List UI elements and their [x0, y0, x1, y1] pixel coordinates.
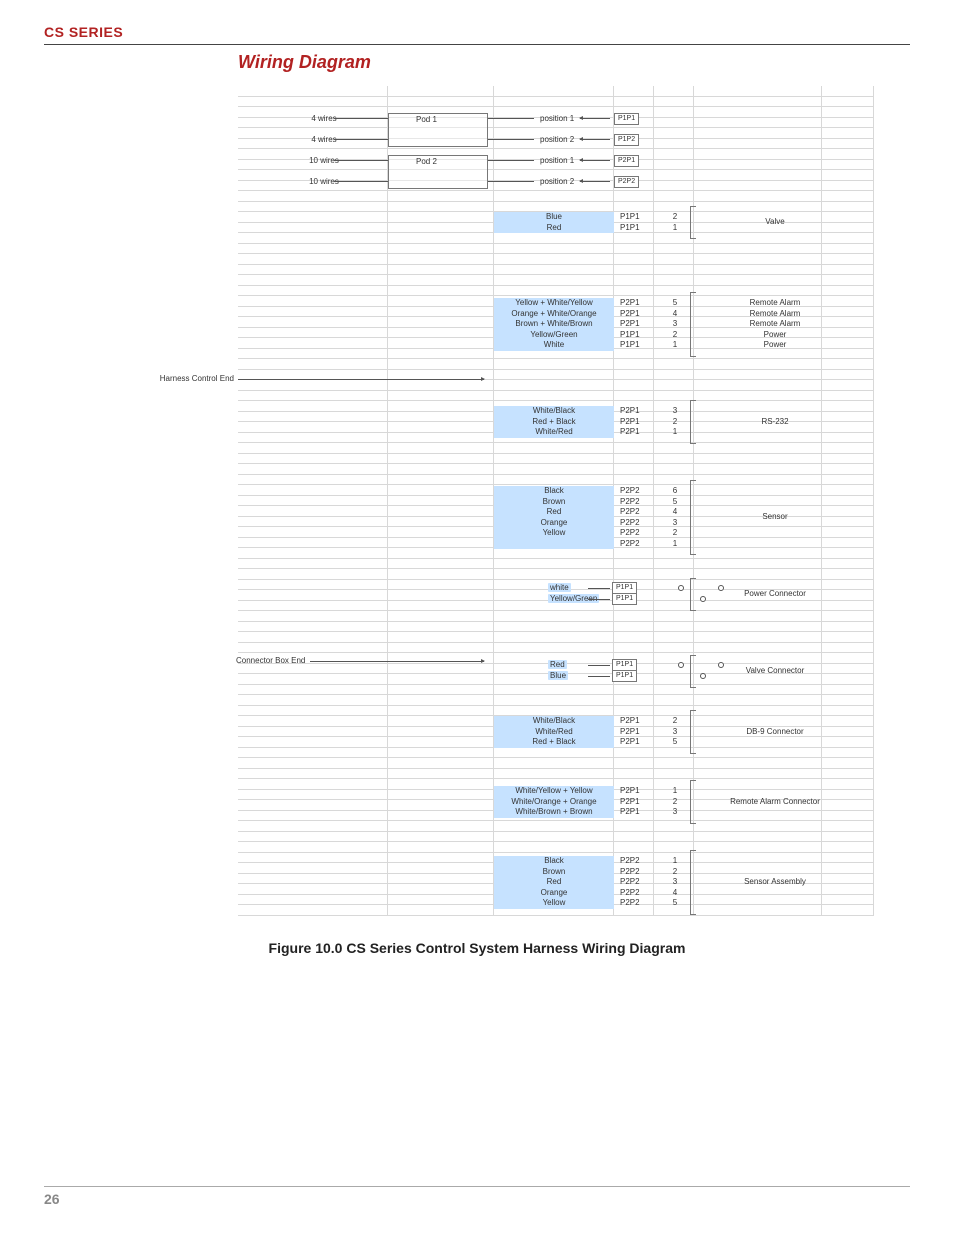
grid-row [238, 338, 874, 349]
grid-row [238, 863, 874, 874]
grid-row [238, 695, 874, 706]
grid-row [238, 475, 874, 486]
grid-row [238, 674, 874, 685]
grid-row [238, 769, 874, 780]
grid-row [238, 349, 874, 360]
grid-row [238, 842, 874, 853]
grid-row [238, 380, 874, 391]
grid-row [238, 706, 874, 717]
grid-row [238, 496, 874, 507]
grid-row [238, 107, 874, 118]
grid-row [238, 149, 874, 160]
grid-row [238, 118, 874, 129]
grid-row [238, 811, 874, 822]
grid-row [238, 853, 874, 864]
grid-row [238, 632, 874, 643]
grid-row [238, 611, 874, 622]
series-label: CS SERIES [44, 24, 123, 40]
grid-row [238, 212, 874, 223]
grid-row [238, 422, 874, 433]
grid-row [238, 128, 874, 139]
grid-row [238, 506, 874, 517]
grid-row [238, 275, 874, 286]
section-title: Wiring Diagram [238, 52, 371, 73]
grid-row [238, 664, 874, 675]
page-number: 26 [44, 1186, 910, 1207]
grid-row [238, 464, 874, 475]
grid-row [238, 727, 874, 738]
grid-row [238, 391, 874, 402]
grid-row [238, 779, 874, 790]
grid-row [238, 800, 874, 811]
grid-row [238, 622, 874, 633]
grid-row [238, 758, 874, 769]
grid-row [238, 895, 874, 906]
grid-row [238, 191, 874, 202]
grid-row [238, 181, 874, 192]
grid-row [238, 160, 874, 171]
grid-row [238, 412, 874, 423]
grid-row [238, 884, 874, 895]
grid-row [238, 244, 874, 255]
grid-row [238, 737, 874, 748]
grid-row [238, 254, 874, 265]
grid-row [238, 454, 874, 465]
grid-row [238, 685, 874, 696]
grid-row [238, 170, 874, 181]
grid-row [238, 559, 874, 570]
grid-row [238, 233, 874, 244]
grid-row [238, 832, 874, 843]
grid-row [238, 296, 874, 307]
page-header: CS SERIES [44, 24, 910, 45]
grid-row [238, 905, 874, 916]
grid-row [238, 548, 874, 559]
grid-row [238, 821, 874, 832]
grid-row [238, 97, 874, 108]
grid-row [238, 485, 874, 496]
grid-row [238, 265, 874, 276]
grid-row [238, 653, 874, 664]
wiring-diagram: 4 wiresPod 1position 1P1P14 wirespositio… [238, 86, 874, 924]
grid-row [238, 401, 874, 412]
grid-row [238, 643, 874, 654]
grid-row [238, 286, 874, 297]
grid-row [238, 517, 874, 528]
grid-row [238, 223, 874, 234]
grid-row [238, 307, 874, 318]
grid-row [238, 328, 874, 339]
grid-row [238, 874, 874, 885]
grid-row [238, 202, 874, 213]
grid-row [238, 359, 874, 370]
grid-row [238, 443, 874, 454]
grid-row [238, 790, 874, 801]
grid-row [238, 370, 874, 381]
grid-row [238, 580, 874, 591]
grid-row [238, 569, 874, 580]
grid-row [238, 590, 874, 601]
harness-control-end-label: Harness Control End [138, 374, 234, 383]
figure-caption: Figure 10.0 CS Series Control System Har… [0, 940, 954, 956]
grid-background [238, 86, 874, 924]
grid-row [238, 716, 874, 727]
grid-row [238, 601, 874, 612]
grid-row [238, 527, 874, 538]
grid-row [238, 317, 874, 328]
grid-row [238, 86, 874, 97]
grid-row [238, 433, 874, 444]
grid-row [238, 139, 874, 150]
grid-row [238, 538, 874, 549]
grid-row [238, 748, 874, 759]
